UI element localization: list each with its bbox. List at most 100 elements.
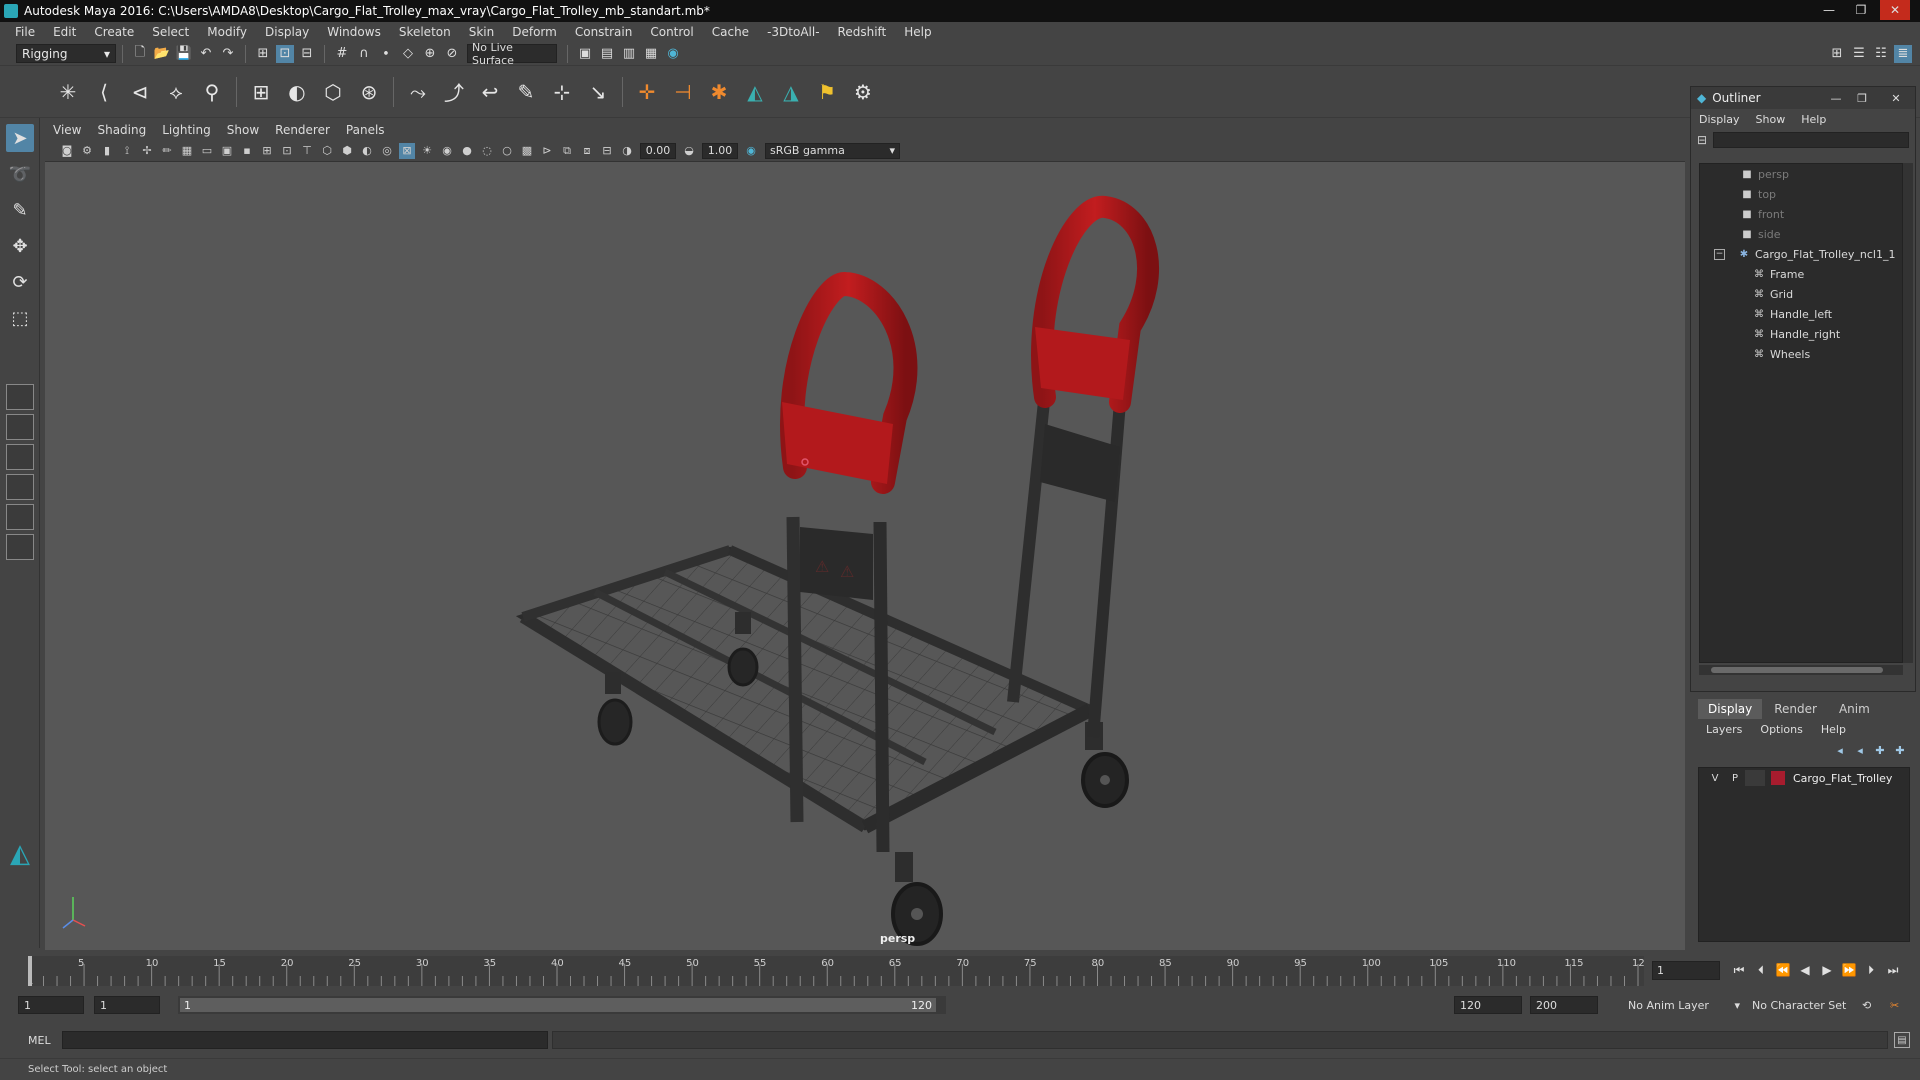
- new-scene-icon[interactable]: 🗋: [131, 45, 149, 63]
- shadows-icon[interactable]: ◉: [439, 143, 455, 159]
- snap-point-icon[interactable]: ∙: [377, 45, 395, 63]
- layer-display-type-toggle[interactable]: [1745, 770, 1765, 786]
- select-tool-icon[interactable]: ➤: [6, 124, 34, 152]
- grid-toggle-icon[interactable]: ▦: [179, 143, 195, 159]
- outliner-item-handle-left[interactable]: ⌘ Handle_left: [1700, 304, 1902, 324]
- step-forward-frame-icon[interactable]: ⏵: [1862, 962, 1880, 978]
- new-layer-from-selected-icon[interactable]: ✚: [1890, 742, 1910, 758]
- select-component-icon[interactable]: ⊟: [298, 45, 316, 63]
- point-constraint-icon[interactable]: ✱: [705, 78, 733, 106]
- gamma-icon[interactable]: ◒: [681, 143, 697, 159]
- tab-display[interactable]: Display: [1698, 699, 1763, 719]
- layer-playback-toggle[interactable]: P: [1725, 770, 1745, 786]
- animation-preferences-icon[interactable]: ✂: [1890, 996, 1899, 1014]
- joint-tool-icon[interactable]: ✳: [54, 78, 82, 106]
- wireframe-on-shaded-icon[interactable]: ◎: [379, 143, 395, 159]
- outliner-item-group[interactable]: − ✱ Cargo_Flat_Trolley_ncl1_1: [1700, 244, 1902, 264]
- exposure-icon[interactable]: ◑: [619, 143, 635, 159]
- layer-menu-layers[interactable]: Layers: [1706, 723, 1742, 736]
- locator-icon[interactable]: ✛: [633, 78, 661, 106]
- select-hierarchy-icon[interactable]: ⊞: [254, 45, 272, 63]
- redo-icon[interactable]: ↷: [219, 45, 237, 63]
- play-forwards-icon[interactable]: ▶: [1818, 962, 1836, 978]
- xray-joints-icon[interactable]: ⧉: [559, 143, 575, 159]
- menu-display[interactable]: Display: [256, 25, 318, 39]
- parent-constraint-icon[interactable]: ⊣: [669, 78, 697, 106]
- close-button[interactable]: ✕: [1880, 0, 1910, 20]
- tab-render[interactable]: Render: [1764, 699, 1827, 719]
- outliner-menu-help[interactable]: Help: [1801, 113, 1826, 126]
- orient-joint-icon[interactable]: ⟡: [162, 78, 190, 106]
- live-surface-field[interactable]: No Live Surface: [467, 41, 557, 67]
- collapse-icon[interactable]: −: [1714, 248, 1725, 260]
- menu-windows[interactable]: Windows: [318, 25, 390, 39]
- playback-end-field[interactable]: 120: [1454, 996, 1522, 1014]
- snap-grid-icon[interactable]: #: [333, 45, 351, 63]
- menu-modify[interactable]: Modify: [198, 25, 256, 39]
- go-to-end-icon[interactable]: ⏭: [1884, 962, 1902, 978]
- scale-tool-icon[interactable]: ⬚: [6, 304, 34, 332]
- save-scene-icon[interactable]: 💾: [175, 45, 193, 63]
- bookmark-icon[interactable]: ▮: [99, 143, 115, 159]
- step-back-key-icon[interactable]: ⏪: [1774, 962, 1792, 978]
- view-transform-dropdown[interactable]: sRGB gamma ▾: [765, 142, 900, 159]
- soft-mod-icon[interactable]: ⊛: [355, 78, 383, 106]
- outliner-menu-show[interactable]: Show: [1756, 113, 1786, 126]
- bind-skin-icon[interactable]: ↩: [476, 78, 504, 106]
- channel-box-icon[interactable]: ≣: [1894, 44, 1912, 63]
- menu-deform[interactable]: Deform: [503, 25, 566, 39]
- xray-active-icon[interactable]: ⧈: [579, 143, 595, 159]
- blend-shape-icon[interactable]: ⚑: [813, 78, 841, 106]
- character-set-dropdown[interactable]: No Character Set: [1752, 996, 1864, 1014]
- safe-action-icon[interactable]: ⊡: [279, 143, 295, 159]
- render-view-icon[interactable]: ▣: [576, 45, 594, 63]
- grease-pencil-icon[interactable]: ✏: [159, 143, 175, 159]
- outliner-item-top[interactable]: ■ top: [1700, 184, 1902, 204]
- outliner-item-handle-right[interactable]: ⌘ Handle_right: [1700, 324, 1902, 344]
- outliner-close-button[interactable]: ✕: [1887, 90, 1905, 106]
- layer-visibility-toggle[interactable]: V: [1705, 770, 1725, 786]
- camera-select-icon[interactable]: ◙: [59, 143, 75, 159]
- persp-node-editor-layout-icon[interactable]: [6, 534, 34, 560]
- menu-control[interactable]: Control: [641, 25, 702, 39]
- open-scene-icon[interactable]: 📂: [153, 45, 171, 63]
- ik-handle-icon[interactable]: ⤳: [404, 78, 432, 106]
- four-view-layout-icon[interactable]: [6, 414, 34, 440]
- exposure-field[interactable]: 0.00: [640, 142, 676, 159]
- layer-menu-help[interactable]: Help: [1821, 723, 1846, 736]
- menu-constrain[interactable]: Constrain: [566, 25, 642, 39]
- vp-menu-renderer[interactable]: Renderer: [275, 123, 340, 137]
- undo-icon[interactable]: ↶: [197, 45, 215, 63]
- film-gate-icon[interactable]: ▭: [199, 143, 215, 159]
- outliner-vertical-scrollbar[interactable]: [1903, 163, 1913, 663]
- motion-blur-icon[interactable]: ◌: [479, 143, 495, 159]
- modeling-toolkit-icon[interactable]: ⊞: [1828, 45, 1846, 63]
- outliner-horizontal-scrollbar[interactable]: [1699, 665, 1903, 675]
- outliner-item-side[interactable]: ■ side: [1700, 224, 1902, 244]
- menu-3dtoall[interactable]: -3DtoAll-: [758, 25, 828, 39]
- script-language-label[interactable]: MEL: [28, 1034, 58, 1047]
- play-backwards-icon[interactable]: ◀: [1796, 962, 1814, 978]
- vp-menu-shading[interactable]: Shading: [97, 123, 156, 137]
- auto-key-icon[interactable]: ⟲: [1862, 996, 1871, 1014]
- interactive-bind-icon[interactable]: ⊹: [548, 78, 576, 106]
- orient-constraint-icon[interactable]: ◮: [777, 78, 805, 106]
- persp-outliner-layout-icon[interactable]: [6, 444, 34, 470]
- outliner-title-bar[interactable]: ◆ Outliner — ❐ ✕: [1691, 87, 1915, 109]
- rotate-tool-icon[interactable]: ⟳: [6, 268, 34, 296]
- render-settings-icon[interactable]: ▦: [642, 45, 660, 63]
- animation-start-field[interactable]: 1: [18, 996, 84, 1014]
- field-chart-icon[interactable]: ⊞: [259, 143, 275, 159]
- aim-constraint-icon[interactable]: ◭: [741, 78, 769, 106]
- multisample-aa-icon[interactable]: ○: [499, 143, 515, 159]
- command-input[interactable]: [62, 1031, 548, 1049]
- outliner-menu-display[interactable]: Display: [1699, 113, 1740, 126]
- smooth-skin-icon[interactable]: ↘: [584, 78, 612, 106]
- new-layer-icon[interactable]: ✚: [1870, 742, 1890, 758]
- default-material-icon[interactable]: ◐: [359, 143, 375, 159]
- layer-menu-options[interactable]: Options: [1760, 723, 1802, 736]
- trolley-model[interactable]: ⚠ ⚠: [515, 195, 1159, 946]
- perspective-viewport[interactable]: View Shading Lighting Show Renderer Pane…: [45, 120, 1685, 950]
- outliner-item-wheels[interactable]: ⌘ Wheels: [1700, 344, 1902, 364]
- menu-create[interactable]: Create: [85, 25, 143, 39]
